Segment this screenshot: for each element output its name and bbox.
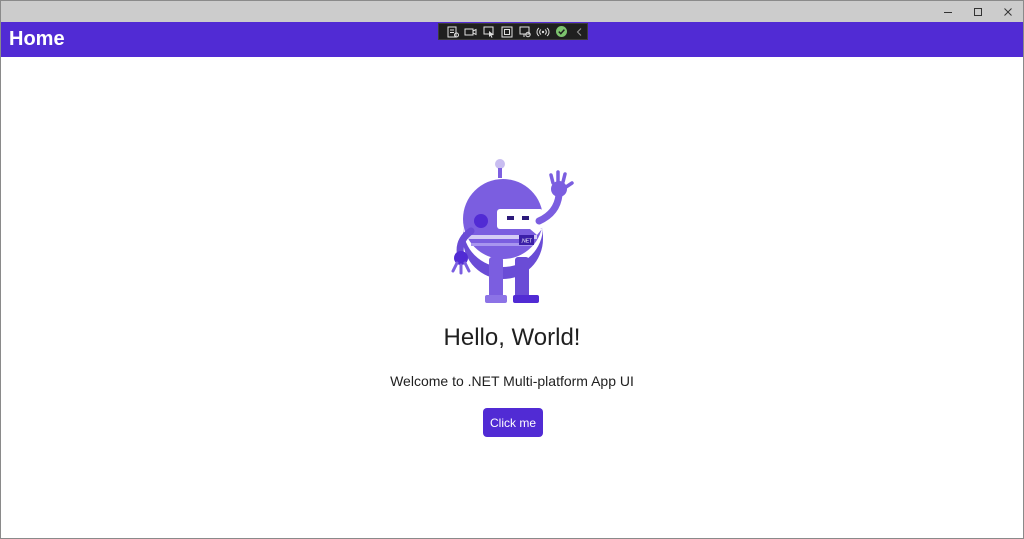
maximize-button[interactable] — [963, 1, 993, 22]
display-layout-adorners-button[interactable] — [499, 25, 514, 39]
live-visual-tree-button[interactable] — [445, 25, 460, 39]
xaml-debug-toolbar — [438, 23, 588, 40]
hello-world-heading: Hello, World! — [443, 324, 581, 351]
select-element-button[interactable] — [481, 25, 496, 39]
hot-reload-icon — [536, 27, 550, 36]
track-focus-button[interactable] — [518, 25, 533, 39]
title-bar[interactable] — [1, 1, 1023, 22]
window-controls — [933, 1, 1023, 22]
maximize-icon — [974, 7, 982, 16]
dotnet-bot-illustration: .NET — [451, 159, 574, 303]
collapse-chevron-icon — [577, 27, 582, 36]
camera-icon — [464, 28, 477, 35]
display-layout-adorners-icon — [501, 26, 513, 37]
track-focus-icon — [519, 26, 531, 37]
collapse-toolbar-button[interactable] — [572, 25, 587, 39]
hot-reload-button[interactable] — [536, 25, 551, 39]
bot-badge-text: .NET — [521, 239, 532, 245]
welcome-text: Welcome to .NET Multi-platform App UI — [390, 373, 634, 389]
camera-button[interactable] — [463, 25, 478, 39]
click-me-button[interactable]: Click me — [483, 408, 543, 437]
hot-reload-status-check-icon — [555, 26, 567, 37]
close-button[interactable] — [993, 1, 1023, 22]
main-content: .NET Hello, World! Welcome to .NET Multi… — [1, 57, 1023, 538]
close-icon — [1004, 7, 1012, 16]
minimize-button[interactable] — [933, 1, 963, 22]
page-title: Home — [9, 28, 65, 50]
app-window: Home .NET Hello, World! Welcome to .NET … — [0, 0, 1024, 539]
hot-reload-status-button[interactable] — [554, 25, 569, 39]
minimize-icon — [944, 11, 952, 13]
live-visual-tree-icon — [447, 26, 459, 37]
select-element-icon — [483, 26, 494, 38]
